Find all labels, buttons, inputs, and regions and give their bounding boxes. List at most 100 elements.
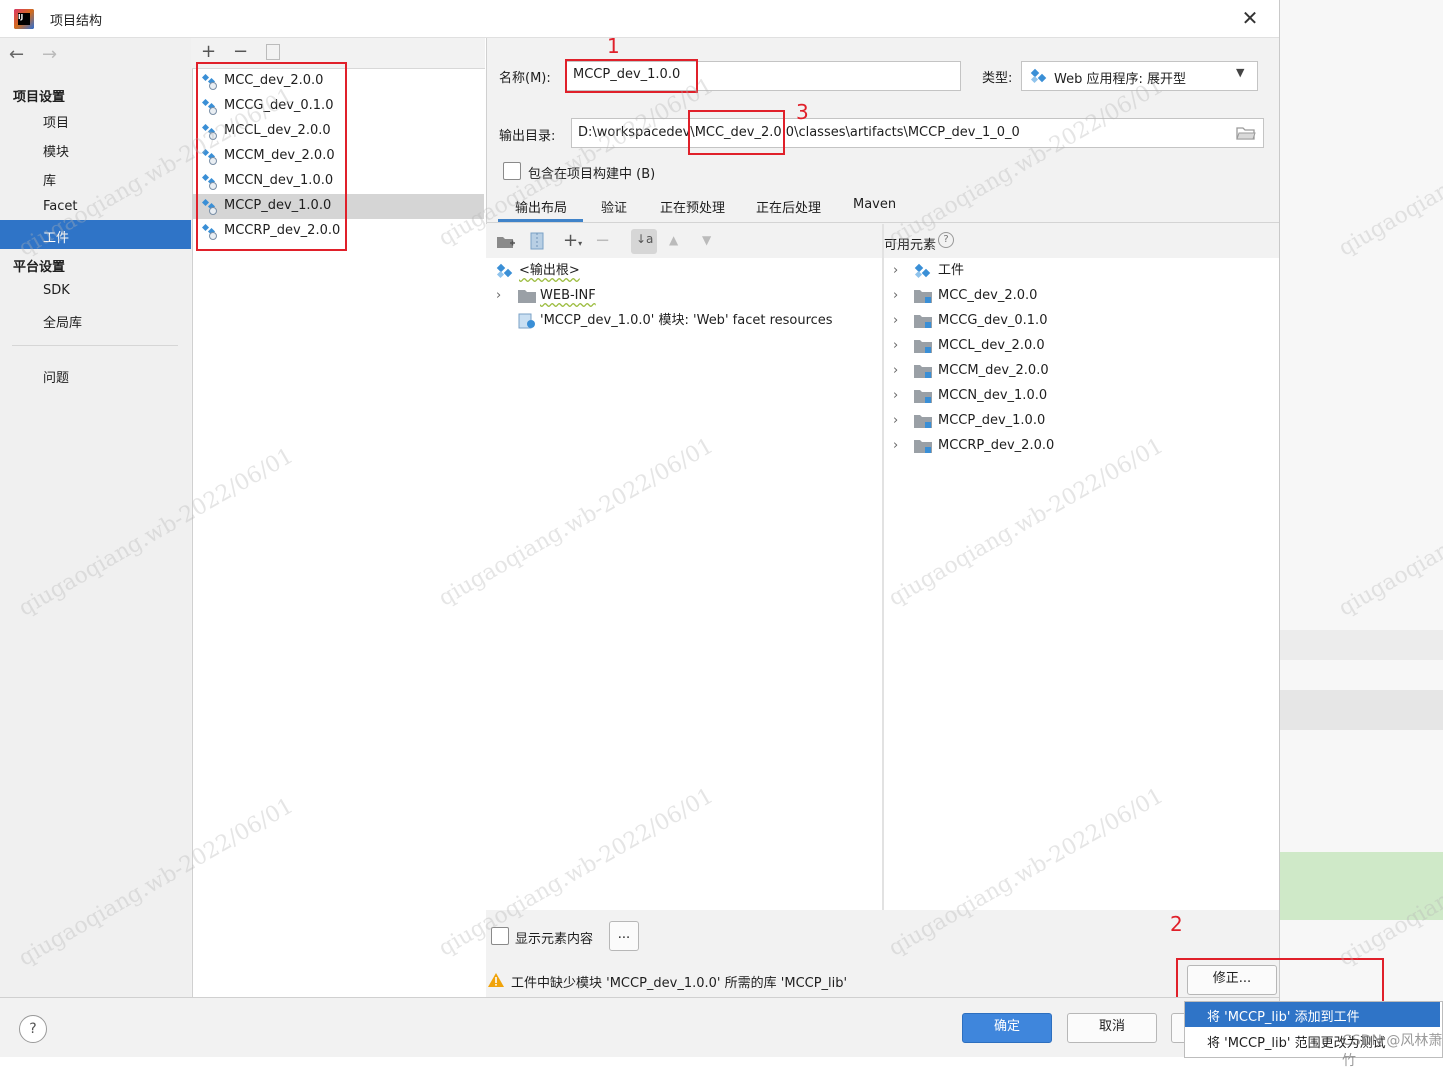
annotation-number-1: 1 <box>607 34 620 58</box>
background-app-area <box>1280 0 1443 1056</box>
type-dropdown[interactable]: Web 应用程序: 展开型 ▼ <box>1021 61 1258 91</box>
window-title: 项目结构 <box>50 14 103 29</box>
sidebar-item-global-libraries[interactable]: 全局库 <box>43 312 82 331</box>
module-icon <box>914 290 932 303</box>
remove-icon[interactable]: − <box>233 42 248 62</box>
chevron-right-icon[interactable]: › <box>893 433 898 458</box>
output-dir-field[interactable]: D:\workspacedev\MCC_dev_2.0.0\classes\ar… <box>571 118 1264 148</box>
sidebar-header-platform-settings: 平台设置 <box>13 260 66 275</box>
module-icon <box>914 365 932 378</box>
add-icon[interactable]: + <box>201 42 216 62</box>
sidebar <box>0 38 191 997</box>
output-root-label: <输出根> <box>519 263 580 278</box>
tab-preprocessing[interactable]: 正在预处理 <box>660 197 725 216</box>
dropdown-arrow-icon: ▼ <box>1236 66 1245 79</box>
available-tree-row[interactable]: › MCCG_dev_0.1.0 <box>890 308 1270 333</box>
available-elements-label: 可用元素 <box>884 238 937 253</box>
available-tree-row[interactable]: › MCCRP_dev_2.0.0 <box>890 433 1270 458</box>
available-element-label: MCCL_dev_2.0.0 <box>938 338 1045 353</box>
sidebar-selection-highlight[interactable] <box>0 220 191 249</box>
chevron-right-icon[interactable]: › <box>893 408 898 433</box>
available-element-label: MCCM_dev_2.0.0 <box>938 363 1049 378</box>
project-structure-dialog: IJ 项目结构 ✕ ← → 项目设置 项目 模块 库 Facet 工件 平台设置… <box>0 0 1384 1057</box>
add-element-icon[interactable]: +▾ <box>563 231 582 254</box>
archive-icon[interactable] <box>530 232 544 250</box>
annotation-number-3: 3 <box>796 100 809 124</box>
available-tree-row[interactable]: › MCCP_dev_1.0.0 <box>890 408 1270 433</box>
type-value: Web 应用程序: 展开型 <box>1054 72 1186 87</box>
module-icon <box>914 390 932 403</box>
copy-icon[interactable] <box>266 44 280 60</box>
available-tree-row[interactable]: › MCCL_dev_2.0.0 <box>890 333 1270 358</box>
folder-icon <box>518 290 536 303</box>
output-layout-toolbar: +▾ − ↓a ▲ ▼ <box>486 224 882 258</box>
chevron-right-icon[interactable]: › <box>893 358 898 383</box>
chevron-right-icon[interactable]: › <box>893 258 898 283</box>
sidebar-item-problems[interactable]: 问题 <box>43 367 69 386</box>
web-inf-label: WEB-INF <box>540 288 596 303</box>
available-element-label: MCCG_dev_0.1.0 <box>938 313 1048 328</box>
available-elements-header: 可用元素 ? <box>884 224 1279 258</box>
annotation-box-name <box>565 59 698 93</box>
available-tree-row[interactable]: › 工件 <box>890 258 1270 283</box>
chevron-right-icon[interactable]: › <box>893 283 898 308</box>
cancel-button[interactable]: 取消 <box>1067 1013 1157 1043</box>
sidebar-divider <box>12 345 178 346</box>
available-element-label: MCC_dev_2.0.0 <box>938 288 1038 303</box>
available-element-label: MCCRP_dev_2.0.0 <box>938 438 1055 453</box>
module-icon <box>914 440 932 453</box>
chevron-right-icon[interactable]: › <box>893 383 898 408</box>
help-circle-icon[interactable]: ? <box>938 232 954 248</box>
move-down-icon[interactable]: ▼ <box>702 233 711 247</box>
name-label: 名称(M): <box>499 71 551 86</box>
output-layout-tree <box>486 258 882 910</box>
chevron-right-icon[interactable]: › <box>893 333 898 358</box>
available-element-label: 工件 <box>938 263 965 278</box>
sidebar-item-artifacts[interactable]: 工件 <box>43 227 69 246</box>
output-dir-label: 输出目录: <box>499 129 556 144</box>
warning-text: 工件中缺少模块 'MCCP_dev_1.0.0' 所需的库 'MCCP_lib' <box>511 976 848 991</box>
sidebar-item-facets[interactable]: Facet <box>43 199 78 214</box>
warning-icon <box>488 973 504 987</box>
help-button[interactable]: ? <box>19 1015 47 1043</box>
csdn-watermark: CSDN @风林萧竹 <box>1342 1033 1443 1069</box>
chevron-right-icon[interactable]: › <box>893 308 898 333</box>
tree-row-web-inf[interactable]: › WEB-INF <box>496 283 876 308</box>
tree-row-output-root[interactable]: <输出根> <box>496 258 876 283</box>
title-bar: IJ 项目结构 ✕ <box>0 0 1279 38</box>
tree-row-facet-resources[interactable]: 'MCCP_dev_1.0.0' 模块: 'Web' facet resourc… <box>496 308 876 333</box>
forward-arrow-icon[interactable]: → <box>42 44 57 65</box>
browse-folder-icon[interactable] <box>1236 125 1256 141</box>
show-contents-label: 显示元素内容 <box>515 932 594 947</box>
sidebar-header-project-settings: 项目设置 <box>13 90 66 105</box>
annotation-box-artifacts <box>196 62 347 251</box>
sidebar-item-libraries[interactable]: 库 <box>43 170 56 189</box>
output-dir-value: D:\workspacedev\MCC_dev_2.0.0\classes\ar… <box>578 125 1020 140</box>
new-folder-icon[interactable] <box>496 234 516 250</box>
ellipsis-button[interactable]: ... <box>609 921 639 951</box>
move-up-icon[interactable]: ▲ <box>669 233 678 247</box>
available-tree-row[interactable]: › MCC_dev_2.0.0 <box>890 283 1270 308</box>
tab-validation[interactable]: 验证 <box>601 197 627 216</box>
tab-output-layout[interactable]: 输出布局 <box>515 197 567 216</box>
available-tree-row[interactable]: › MCCM_dev_2.0.0 <box>890 358 1270 383</box>
sidebar-item-modules[interactable]: 模块 <box>43 141 69 160</box>
back-arrow-icon[interactable]: ← <box>9 44 24 65</box>
available-element-label: MCCP_dev_1.0.0 <box>938 413 1046 428</box>
sidebar-item-project[interactable]: 项目 <box>43 112 69 131</box>
sidebar-item-sdk[interactable]: SDK <box>43 283 70 298</box>
ok-button[interactable]: 确定 <box>962 1013 1052 1043</box>
tab-maven[interactable]: Maven <box>853 197 896 212</box>
tab-postprocessing[interactable]: 正在后处理 <box>756 197 821 216</box>
remove-element-icon[interactable]: − <box>595 231 610 251</box>
annotation-box-output <box>688 110 785 155</box>
show-contents-checkbox[interactable] <box>491 927 509 945</box>
close-icon[interactable]: ✕ <box>1238 6 1262 30</box>
include-in-build-checkbox[interactable] <box>503 162 521 180</box>
sort-icon[interactable]: ↓a <box>631 229 657 254</box>
chevron-right-icon[interactable]: › <box>496 283 501 308</box>
popup-item-add-to-artifact[interactable]: 将 'MCCP_lib' 添加到工件 <box>1207 1006 1360 1025</box>
intellij-icon: IJ <box>14 9 34 29</box>
available-tree-row[interactable]: › MCCN_dev_1.0.0 <box>890 383 1270 408</box>
module-icon <box>914 315 932 328</box>
